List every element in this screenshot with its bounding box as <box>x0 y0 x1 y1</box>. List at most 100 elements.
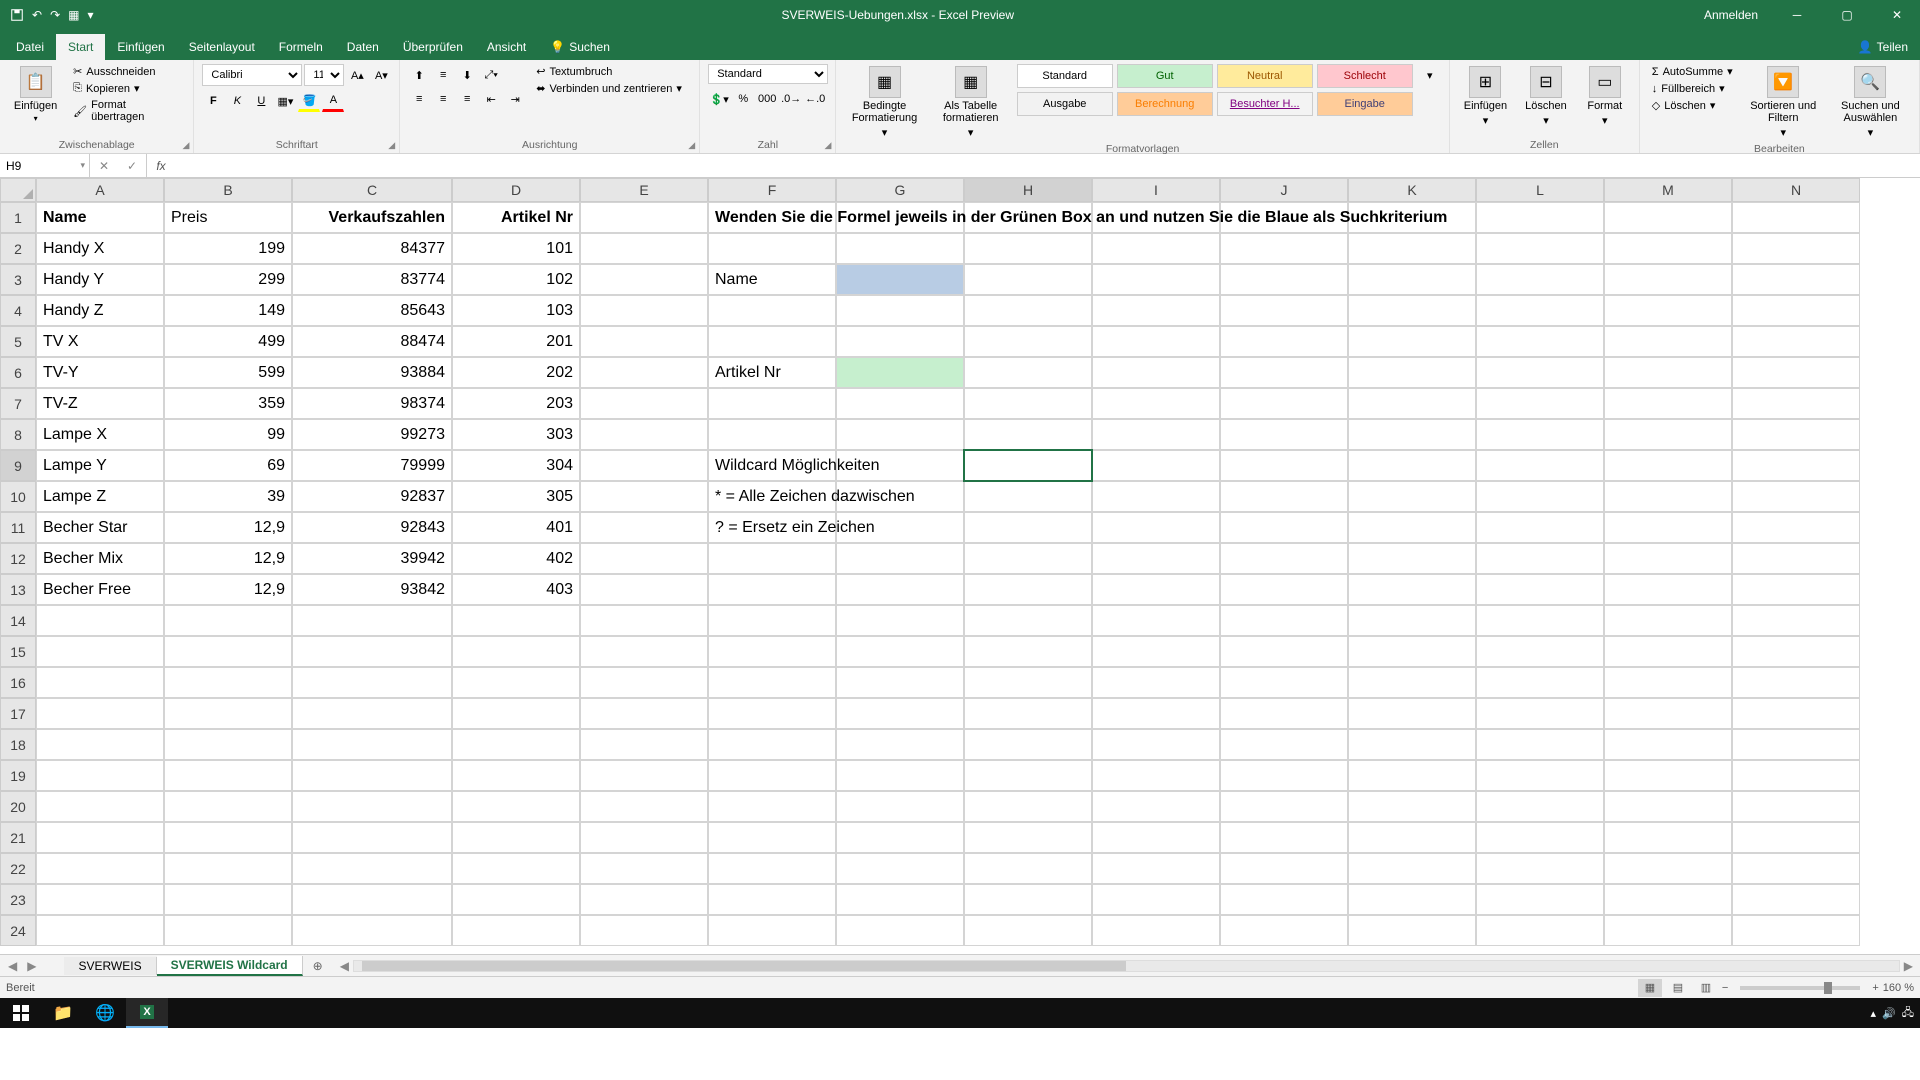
cell-F9[interactable]: Wildcard Möglichkeiten <box>708 450 836 481</box>
cell-F16[interactable] <box>708 667 836 698</box>
alignment-dialog-launcher[interactable]: ◢ <box>688 140 695 151</box>
select-all-corner[interactable] <box>0 178 36 202</box>
cell-E7[interactable] <box>580 388 708 419</box>
sheet-tab-sverweis[interactable]: SVERWEIS <box>64 957 156 975</box>
cell-B5[interactable]: 499 <box>164 326 292 357</box>
cell-N23[interactable] <box>1732 884 1860 915</box>
cell-K11[interactable] <box>1348 512 1476 543</box>
cell-A18[interactable] <box>36 729 164 760</box>
wrap-text-button[interactable]: ↩Textumbruch <box>532 64 686 79</box>
cell-A6[interactable]: TV-Y <box>36 357 164 388</box>
touch-mode-icon[interactable]: ▦ <box>68 8 79 22</box>
cell-M5[interactable] <box>1604 326 1732 357</box>
cell-A5[interactable]: TV X <box>36 326 164 357</box>
cell-A12[interactable]: Becher Mix <box>36 543 164 574</box>
cell-J10[interactable] <box>1220 481 1348 512</box>
cell-B21[interactable] <box>164 822 292 853</box>
row-header-22[interactable]: 22 <box>0 853 36 884</box>
cell-D6[interactable]: 202 <box>452 357 580 388</box>
cancel-formula-icon[interactable]: ✕ <box>90 154 118 177</box>
cell-G12[interactable] <box>836 543 964 574</box>
styles-more-icon[interactable]: ▾ <box>1419 64 1441 86</box>
cell-A16[interactable] <box>36 667 164 698</box>
row-header-8[interactable]: 8 <box>0 419 36 450</box>
row-header-16[interactable]: 16 <box>0 667 36 698</box>
col-header-B[interactable]: B <box>164 178 292 202</box>
cell-D15[interactable] <box>452 636 580 667</box>
cell-C16[interactable] <box>292 667 452 698</box>
row-header-17[interactable]: 17 <box>0 698 36 729</box>
cell-I13[interactable] <box>1092 574 1220 605</box>
find-select-button[interactable]: 🔍Suchen und Auswählen▾ <box>1830 64 1911 141</box>
cell-L1[interactable] <box>1476 202 1604 233</box>
cell-D1[interactable]: Artikel Nr <box>452 202 580 233</box>
borders-button[interactable]: ▦▾ <box>274 90 296 112</box>
cell-J12[interactable] <box>1220 543 1348 574</box>
cell-M15[interactable] <box>1604 636 1732 667</box>
cell-N8[interactable] <box>1732 419 1860 450</box>
tab-view[interactable]: Ansicht <box>475 34 538 60</box>
cell-N20[interactable] <box>1732 791 1860 822</box>
cell-H2[interactable] <box>964 233 1092 264</box>
cell-G15[interactable] <box>836 636 964 667</box>
cell-B2[interactable]: 199 <box>164 233 292 264</box>
cell-J11[interactable] <box>1220 512 1348 543</box>
delete-cells-button[interactable]: ⊟Löschen▾ <box>1519 64 1573 129</box>
align-middle-icon[interactable]: ≡ <box>432 64 454 86</box>
cell-N14[interactable] <box>1732 605 1860 636</box>
cell-L19[interactable] <box>1476 760 1604 791</box>
cell-B7[interactable]: 359 <box>164 388 292 419</box>
cell-F6[interactable]: Artikel Nr <box>708 357 836 388</box>
cell-B17[interactable] <box>164 698 292 729</box>
cell-L3[interactable] <box>1476 264 1604 295</box>
cell-D9[interactable]: 304 <box>452 450 580 481</box>
cell-J6[interactable] <box>1220 357 1348 388</box>
add-sheet-button[interactable]: ⊕ <box>303 959 333 973</box>
cell-N10[interactable] <box>1732 481 1860 512</box>
cell-B23[interactable] <box>164 884 292 915</box>
cell-C2[interactable]: 84377 <box>292 233 452 264</box>
close-button[interactable]: ✕ <box>1874 0 1920 30</box>
cell-J17[interactable] <box>1220 698 1348 729</box>
cell-E15[interactable] <box>580 636 708 667</box>
col-header-J[interactable]: J <box>1220 178 1348 202</box>
cell-L24[interactable] <box>1476 915 1604 946</box>
cut-button[interactable]: ✂Ausschneiden <box>69 64 185 79</box>
align-right-icon[interactable]: ≡ <box>456 88 478 110</box>
cell-B14[interactable] <box>164 605 292 636</box>
cell-N1[interactable] <box>1732 202 1860 233</box>
cell-J20[interactable] <box>1220 791 1348 822</box>
cell-D24[interactable] <box>452 915 580 946</box>
cell-E5[interactable] <box>580 326 708 357</box>
cell-M12[interactable] <box>1604 543 1732 574</box>
cell-K24[interactable] <box>1348 915 1476 946</box>
cell-J14[interactable] <box>1220 605 1348 636</box>
tab-formulas[interactable]: Formeln <box>267 34 335 60</box>
cell-K22[interactable] <box>1348 853 1476 884</box>
cell-A15[interactable] <box>36 636 164 667</box>
cell-N7[interactable] <box>1732 388 1860 419</box>
style-besuchter[interactable]: Besuchter H... <box>1217 92 1313 116</box>
cell-D20[interactable] <box>452 791 580 822</box>
spreadsheet-grid[interactable]: ABCDEFGHIJKLMN1NamePreisVerkaufszahlenAr… <box>0 178 1920 954</box>
cell-L20[interactable] <box>1476 791 1604 822</box>
cell-C8[interactable]: 99273 <box>292 419 452 450</box>
format-as-table-button[interactable]: ▦Als Tabelle formatieren▾ <box>931 64 1011 141</box>
increase-decimal-icon[interactable]: .0→ <box>780 88 802 110</box>
save-icon[interactable] <box>10 8 24 22</box>
cell-N5[interactable] <box>1732 326 1860 357</box>
cell-J24[interactable] <box>1220 915 1348 946</box>
cell-J19[interactable] <box>1220 760 1348 791</box>
cell-I18[interactable] <box>1092 729 1220 760</box>
cell-C15[interactable] <box>292 636 452 667</box>
cell-B22[interactable] <box>164 853 292 884</box>
cell-I16[interactable] <box>1092 667 1220 698</box>
cell-C14[interactable] <box>292 605 452 636</box>
clipboard-dialog-launcher[interactable]: ◢ <box>182 140 189 151</box>
cell-D8[interactable]: 303 <box>452 419 580 450</box>
cell-H24[interactable] <box>964 915 1092 946</box>
row-header-20[interactable]: 20 <box>0 791 36 822</box>
cell-G21[interactable] <box>836 822 964 853</box>
cell-C4[interactable]: 85643 <box>292 295 452 326</box>
cell-G3[interactable] <box>836 264 964 295</box>
